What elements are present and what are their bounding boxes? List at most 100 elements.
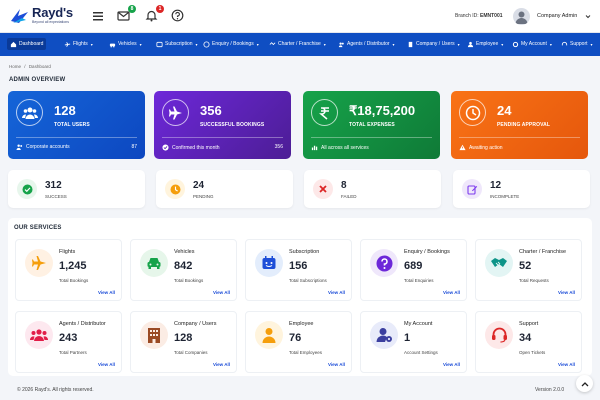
nav-label: Flights [73, 41, 88, 47]
x-icon [313, 179, 333, 199]
user-name[interactable]: Company Admin [537, 13, 577, 19]
chevron-down-icon[interactable] [585, 14, 591, 19]
nav-item-enquiry[interactable]: Enquiry / Bookings ▾ [200, 38, 262, 50]
nav-item-subscription[interactable]: Subscription ▾ [153, 38, 201, 50]
nav-item-flights[interactable]: Flights ▾ [61, 38, 96, 50]
service-card-agents[interactable]: Agents / Distributor 243 Total Partners … [15, 311, 122, 373]
services-panel: OUR SERVICES Flights 1,245 Total Booking… [8, 218, 592, 376]
view-all-link[interactable]: View All [213, 290, 230, 295]
nav-item-dashboard[interactable]: Dashboard [7, 38, 47, 50]
stat-footer-text: Confirmed this month [172, 144, 220, 151]
service-name: Charter / Franchise [519, 249, 567, 255]
view-all-link[interactable]: View All [328, 290, 345, 295]
view-all-link[interactable]: View All [443, 290, 460, 295]
view-all-link[interactable]: View All [213, 362, 230, 367]
employee-icon [467, 41, 474, 47]
service-card-support[interactable]: Support 34 Open Tickets View All [475, 311, 582, 373]
stat-card-pending-approval[interactable]: 24 PENDING APPROVAL Awaiting action [451, 91, 588, 159]
service-value: 1,245 [59, 260, 87, 272]
stat-label: TOTAL EXPENSES [349, 122, 395, 128]
nav-label: Support [570, 41, 588, 47]
nav-item-my-account[interactable]: My Account ▾ [509, 38, 555, 50]
stat-value: ₹18,75,200 [349, 103, 416, 118]
mail-icon[interactable]: 8 [117, 5, 136, 23]
service-card-employee[interactable]: Employee 76 Total Employees View All [245, 311, 352, 373]
bell-icon[interactable]: 1 [145, 5, 164, 23]
status-card-pending[interactable]: 24 PENDING [156, 170, 293, 208]
help-icon [203, 40, 210, 48]
plane-icon [162, 99, 189, 126]
breadcrumb: Home / Dashboard [9, 64, 51, 69]
scroll-top-button[interactable] [576, 375, 593, 392]
nav-label: My Account [521, 41, 547, 47]
branch-info: Branch ID: EMNT001 [455, 13, 503, 19]
employee-icon [255, 321, 283, 349]
view-all-link[interactable]: View All [98, 290, 115, 295]
avatar[interactable] [513, 8, 530, 25]
clock-icon [165, 179, 185, 199]
status-card-incomplete[interactable]: 12 INCOMPLETE [453, 170, 590, 208]
question-icon [370, 249, 398, 277]
stat-card-successful-bookings[interactable]: 356 SUCCESSFUL BOOKINGS Confirmed this m… [154, 91, 291, 159]
nav-item-agents[interactable]: Agents / Distributor ▾ [335, 38, 398, 50]
service-card-flights[interactable]: Flights 1,245 Total Bookings View All [15, 239, 122, 301]
stat-value: 356 [200, 103, 222, 118]
view-all-link[interactable]: View All [443, 362, 460, 367]
nav-item-vehicles[interactable]: Vehicles ▾ [106, 38, 145, 50]
service-name: Subscription [289, 249, 320, 255]
divider [311, 137, 432, 138]
service-value: 842 [174, 260, 193, 272]
status-label: INCOMPLETE [490, 194, 520, 199]
service-card-subscription[interactable]: Subscription 156 Total Subscriptions Vie… [245, 239, 352, 301]
view-all-link[interactable]: View All [558, 290, 575, 295]
view-all-link[interactable]: View All [558, 362, 575, 367]
nav-label: Agents / Distributor [347, 41, 390, 47]
hamburger-menu-icon[interactable] [92, 9, 106, 23]
nav-item-charter[interactable]: Charter / Franchise ▾ [266, 38, 329, 50]
subscription-icon [156, 41, 163, 47]
nav-item-company[interactable]: Company / Users ▾ [404, 38, 463, 50]
view-all-link[interactable]: View All [328, 362, 345, 367]
service-sub: Total Companies [174, 350, 208, 355]
check-circle-icon [17, 179, 37, 199]
service-value: 1 [404, 332, 411, 344]
service-sub: Total Partners [59, 350, 87, 355]
footer-copyright: © 2026 Rayd's. All rights reserved. [17, 387, 94, 393]
top-bar: Rayd's Beyond all expectations 8 1 Branc… [0, 0, 600, 33]
car-icon [140, 249, 168, 277]
service-name: Vehicles [174, 249, 195, 255]
service-name: Employee [289, 321, 314, 327]
service-name: My Account [404, 321, 433, 327]
users-icon [16, 99, 43, 126]
service-sub: Total Bookings [174, 278, 204, 283]
brand-name: Rayd's [32, 5, 73, 20]
breadcrumb-home[interactable]: Home [9, 64, 21, 69]
service-card-enquiry[interactable]: Enquiry / Bookings 689 Total Enquiries V… [360, 239, 467, 301]
help-icon[interactable] [171, 9, 185, 23]
nav-item-employee[interactable]: Employee ▾ [464, 38, 506, 50]
service-sub: Total Employees [289, 350, 323, 355]
branch-id: EMNT001 [480, 13, 503, 19]
handshake-icon [485, 249, 513, 277]
nav-item-support[interactable]: Support ▾ [558, 38, 596, 50]
stat-value: 128 [54, 103, 76, 118]
stat-card-total-users[interactable]: 128 TOTAL USERS Corporate accounts 87 [8, 91, 145, 159]
services-title: OUR SERVICES [14, 225, 62, 231]
status-value: 12 [490, 180, 502, 191]
plane-icon [25, 249, 53, 277]
service-value: 52 [519, 260, 532, 272]
stat-card-total-expenses[interactable]: ₹18,75,200 TOTAL EXPENSES All across all… [303, 91, 440, 159]
service-value: 243 [59, 332, 78, 344]
status-value: 24 [193, 180, 205, 191]
brand-logo[interactable]: Rayd's Beyond all expectations [10, 5, 73, 29]
car-icon [109, 43, 116, 47]
headset-icon [561, 41, 568, 45]
status-card-failed[interactable]: 8 FAILED [304, 170, 441, 208]
service-card-my-account[interactable]: My Account 1 Account Settings View All [360, 311, 467, 373]
service-card-company[interactable]: Company / Users 128 Total Companies View… [130, 311, 237, 373]
view-all-link[interactable]: View All [98, 362, 115, 367]
divider [16, 137, 137, 138]
status-card-success[interactable]: 312 SUCCESS [8, 170, 145, 208]
service-card-vehicles[interactable]: Vehicles 842 Total Bookings View All [130, 239, 237, 301]
service-card-charter[interactable]: Charter / Franchise 52 Total Requests Vi… [475, 239, 582, 301]
